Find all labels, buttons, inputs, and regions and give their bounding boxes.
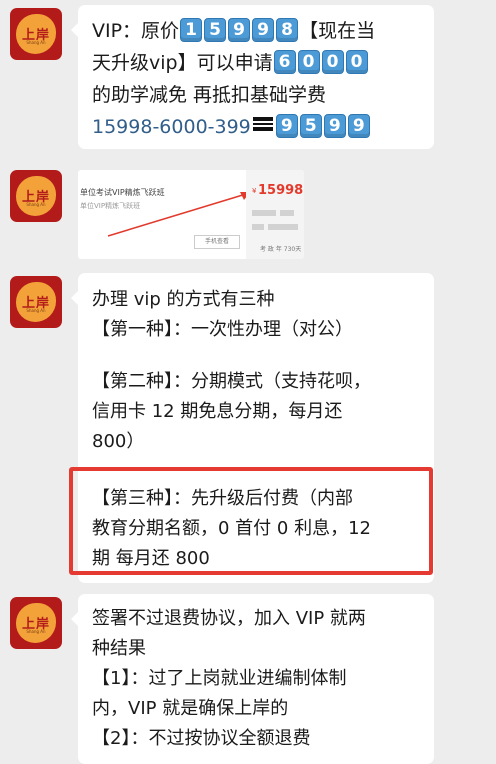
message-line: 【第二种】：分期模式（支持花呗， bbox=[92, 371, 371, 392]
avatar[interactable]: 上岸 Shang An bbox=[10, 170, 62, 222]
message-line: 签署不过退费协议，加入 VIP 就两 bbox=[92, 608, 366, 629]
highlight-box bbox=[69, 467, 433, 575]
view-on-phone-button[interactable]: 手机查看 bbox=[194, 235, 240, 249]
phone-number-link[interactable]: 15998-6000-399 bbox=[92, 116, 251, 138]
message-line: 的助学减免 再抵扣基础学费 bbox=[92, 84, 327, 106]
message-line: 800） bbox=[92, 431, 145, 452]
image-message[interactable]: 单位考试VIP精炼飞跃班 单位VIP精炼飞跃班 手机查看 ¥ 15998.00 … bbox=[78, 170, 304, 259]
message-line: 办理 vip 的方式有三种 bbox=[92, 289, 275, 310]
exam-info: 考 政 年 730天 bbox=[260, 246, 302, 253]
message-bubble[interactable]: VIP：原价 1 5 9 9 8 【现在当 天升级vip】可以申请 6 0 0 0 的助学减免 再抵… bbox=[71, 5, 434, 149]
message-line: 【1】：过了上岗就业进编制体制 bbox=[92, 668, 347, 689]
equals-icon bbox=[252, 117, 273, 131]
message-line: VIP：原价 1 5 9 9 8 【现在当 bbox=[92, 18, 376, 42]
message-line: 15998-6000-399 9 5 9 9 bbox=[92, 111, 420, 143]
message-line: 信用卡 12 期免息分期，每月还 bbox=[92, 401, 343, 422]
message-bubble[interactable]: 签署不过退费协议，加入 VIP 就两 种结果 【1】：过了上岗就业进编制体制 内… bbox=[71, 594, 434, 764]
message-line: 内，VIP 就是确保上岸的 bbox=[92, 698, 289, 719]
message-line: 【2】：不过按协议全额退费 bbox=[92, 728, 311, 749]
avatar[interactable]: 上岸 Shang An bbox=[10, 276, 62, 328]
avatar[interactable]: 上岸 Shang An bbox=[10, 8, 62, 60]
message-line: 【第一种】：一次性办理（对公） bbox=[92, 319, 353, 340]
price-value: 15998.00 bbox=[258, 183, 304, 198]
message-line: 天升级vip】可以申请 6 0 0 0 bbox=[92, 47, 420, 79]
avatar[interactable]: 上岸 Shang An bbox=[10, 597, 62, 649]
message-line: 种结果 bbox=[92, 638, 146, 659]
